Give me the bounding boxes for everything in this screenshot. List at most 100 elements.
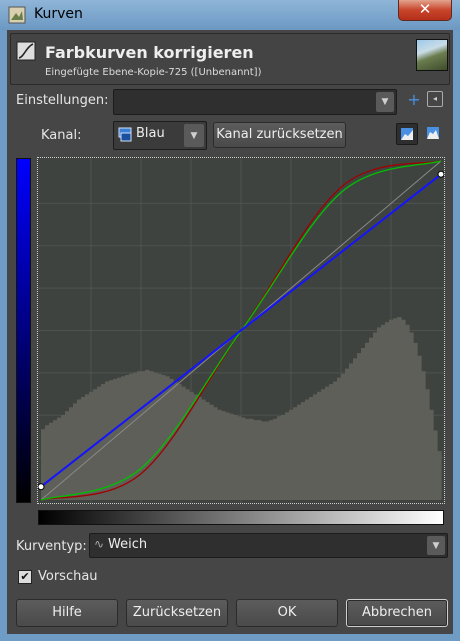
chevron-down-icon: ▼ [427, 536, 445, 555]
histogram-bar [437, 451, 442, 500]
input-gradient-bar [38, 510, 444, 525]
log-histogram-icon[interactable] [423, 123, 445, 145]
add-preset-icon[interactable]: + [403, 90, 425, 112]
histogram-bar [369, 337, 374, 500]
histogram-bar [209, 404, 214, 500]
histogram-bar [185, 389, 190, 500]
histogram-bar [173, 381, 178, 500]
output-gradient-bar [16, 158, 31, 503]
histogram-bar [201, 399, 206, 500]
histogram-bar [221, 411, 226, 500]
histogram-bar [393, 318, 398, 500]
histogram-bar [425, 389, 430, 500]
curves-plot-svg[interactable] [37, 158, 445, 503]
page-title: Farbkurven korrigieren [45, 43, 254, 62]
histogram-bar [141, 371, 146, 500]
linear-histogram-icon[interactable] [396, 123, 418, 145]
window-titlebar[interactable]: Kurven ✕ [0, 0, 460, 30]
channel-combo[interactable]: Blau ▼ [113, 121, 207, 150]
settings-combo[interactable]: ▼ [113, 89, 397, 115]
histogram-bar [73, 403, 78, 500]
histogram-bar [297, 404, 302, 500]
histogram-bar [429, 409, 434, 500]
histogram-bar [409, 332, 414, 500]
histogram-bar [105, 381, 110, 500]
histogram-bar [205, 402, 210, 500]
histogram-bar [293, 407, 298, 500]
histogram-bar [341, 373, 346, 500]
ok-button[interactable]: OK [236, 599, 338, 627]
histogram-bar [49, 422, 54, 500]
curves-graph[interactable] [37, 157, 445, 504]
histogram-bar [365, 342, 370, 500]
layer-subtitle: Eingefügte Ebene-Kopie-725 ([Unbenannt]) [45, 67, 262, 78]
histogram-bar [177, 384, 182, 500]
histogram-bar [193, 394, 198, 500]
histogram-bar [77, 399, 82, 500]
curve-type-value: Weich [108, 537, 148, 552]
help-button[interactable]: Hilfe [16, 599, 118, 627]
histogram-bar [81, 396, 86, 500]
histogram-bar [61, 414, 66, 500]
histogram-bar [345, 368, 350, 500]
cancel-button[interactable]: Abbrechen [346, 599, 448, 627]
dialog-header: Farbkurven korrigieren Eingefügte Ebene-… [10, 33, 450, 85]
histogram-bar [405, 324, 410, 500]
histogram-bar [149, 371, 154, 500]
histogram-bar [137, 371, 142, 500]
histogram-bar [45, 425, 50, 500]
smooth-curve-icon: ∿ [94, 537, 105, 551]
histogram-bar [333, 381, 338, 500]
window-title: Kurven [34, 6, 83, 22]
histogram-bar [245, 418, 250, 500]
histogram-bar [273, 418, 278, 500]
reset-channel-button[interactable]: Kanal zurücksetzen [213, 122, 346, 148]
close-button[interactable]: ✕ [398, 0, 452, 21]
histogram-bar [265, 421, 270, 500]
histogram-bar [281, 414, 286, 500]
histogram-bar [309, 396, 314, 500]
histogram-bar [389, 319, 394, 500]
histogram-bar [413, 342, 418, 500]
histogram-bar [101, 384, 106, 500]
histogram-bar [313, 394, 318, 500]
histogram-bar [377, 327, 382, 500]
curves-tool-icon [16, 41, 36, 61]
histogram-bar [85, 394, 90, 500]
curves-dialog: Farbkurven korrigieren Eingefügte Ebene-… [7, 30, 453, 634]
histogram-bar [161, 375, 166, 500]
histogram-bar [289, 409, 294, 500]
histogram-bar [181, 386, 186, 500]
histogram-bar [233, 414, 238, 500]
histogram-bar [145, 369, 150, 500]
histogram-bar [133, 372, 138, 500]
histogram-bar [385, 322, 390, 500]
chevron-down-icon: ▼ [376, 92, 394, 112]
histogram-bar [381, 324, 386, 500]
histogram-bar [325, 386, 330, 500]
preset-menu-icon[interactable]: ◂ [427, 91, 443, 107]
histogram-bar [113, 378, 118, 500]
histogram-bar [269, 420, 274, 500]
histogram-bar [65, 411, 70, 500]
histogram-bar [241, 417, 246, 500]
histogram-bar [353, 358, 358, 500]
reset-button[interactable]: Zurücksetzen [126, 599, 228, 627]
histogram-bar [57, 417, 62, 500]
histogram-bar [317, 391, 322, 500]
histogram-bar [357, 353, 362, 500]
histogram-bar [397, 317, 402, 500]
curve-type-label: Kurventyp: [16, 539, 87, 554]
preview-checkbox[interactable]: ✔ [18, 570, 32, 584]
chevron-down-icon: ▼ [184, 124, 204, 147]
histogram-bar [421, 371, 426, 500]
histogram-bar [285, 412, 290, 500]
histogram-bar [373, 332, 378, 500]
curve-type-combo[interactable]: ∿ Weich ▼ [89, 533, 448, 558]
histogram-bar [305, 399, 310, 500]
histogram-bar [197, 396, 202, 500]
histogram-bar [349, 363, 354, 500]
histogram-bar [261, 421, 266, 500]
histogram-bar [125, 375, 130, 500]
histogram-bar [277, 416, 282, 500]
